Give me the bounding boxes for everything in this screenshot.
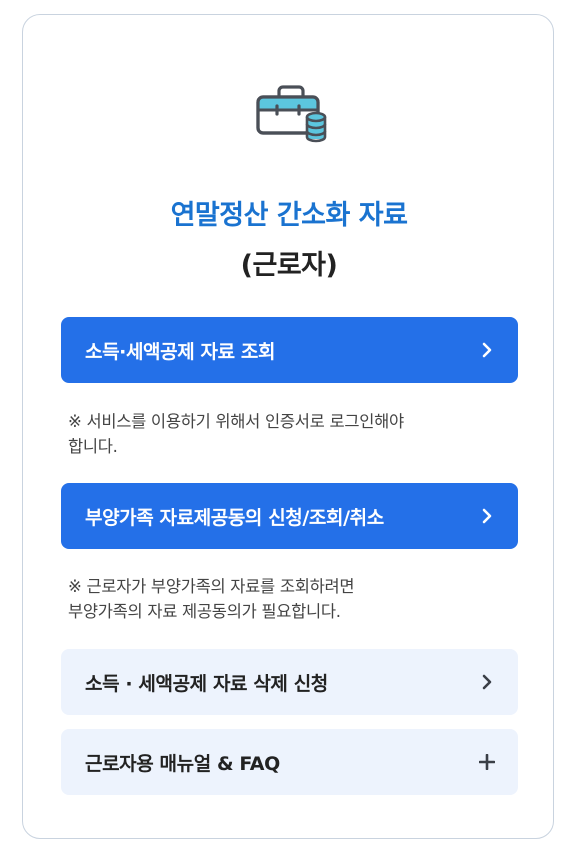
briefcase-coins-icon xyxy=(256,85,327,143)
chevron-right-icon xyxy=(478,341,496,359)
consent-notice-line2: 부양가족의 자료 제공동의가 필요합니다. xyxy=(68,602,341,621)
year-end-tax-card: 연말정산 간소화 자료 (근로자) 소득·세액공제 자료 조회 ※ 서비스를 이… xyxy=(22,14,554,839)
deletion-request-label: 소득 · 세액공제 자료 삭제 신청 xyxy=(85,672,328,695)
login-notice-line1: ※ 서비스를 이용하기 위해서 인증서로 로그인해야 xyxy=(68,412,404,431)
plus-icon xyxy=(478,753,496,771)
income-deduction-view-button[interactable]: 소득·세액공제 자료 조회 xyxy=(61,317,518,383)
income-deduction-view-label: 소득·세액공제 자료 조회 xyxy=(85,340,276,363)
dependent-consent-button[interactable]: 부양가족 자료제공동의 신청/조회/취소 xyxy=(61,483,518,549)
manual-faq-label: 근로자용 매뉴얼 & FAQ xyxy=(85,752,280,775)
login-notice-line2: 합니다. xyxy=(68,437,118,456)
consent-notice: ※ 근로자가 부양가족의 자료를 조회하려면 부양가족의 자료 제공동의가 필요… xyxy=(68,574,508,624)
login-notice: ※ 서비스를 이용하기 위해서 인증서로 로그인해야 합니다. xyxy=(68,409,508,459)
chevron-right-icon xyxy=(478,673,496,691)
chevron-right-icon xyxy=(478,507,496,525)
deletion-request-button[interactable]: 소득 · 세액공제 자료 삭제 신청 xyxy=(61,649,518,715)
manual-faq-button[interactable]: 근로자용 매뉴얼 & FAQ xyxy=(61,729,518,795)
consent-notice-line1: ※ 근로자가 부양가족의 자료를 조회하려면 xyxy=(68,577,355,596)
page-title: 연말정산 간소화 자료 xyxy=(170,200,408,231)
dependent-consent-label: 부양가족 자료제공동의 신청/조회/취소 xyxy=(85,506,384,529)
page-subtitle: (근로자) xyxy=(240,250,338,281)
